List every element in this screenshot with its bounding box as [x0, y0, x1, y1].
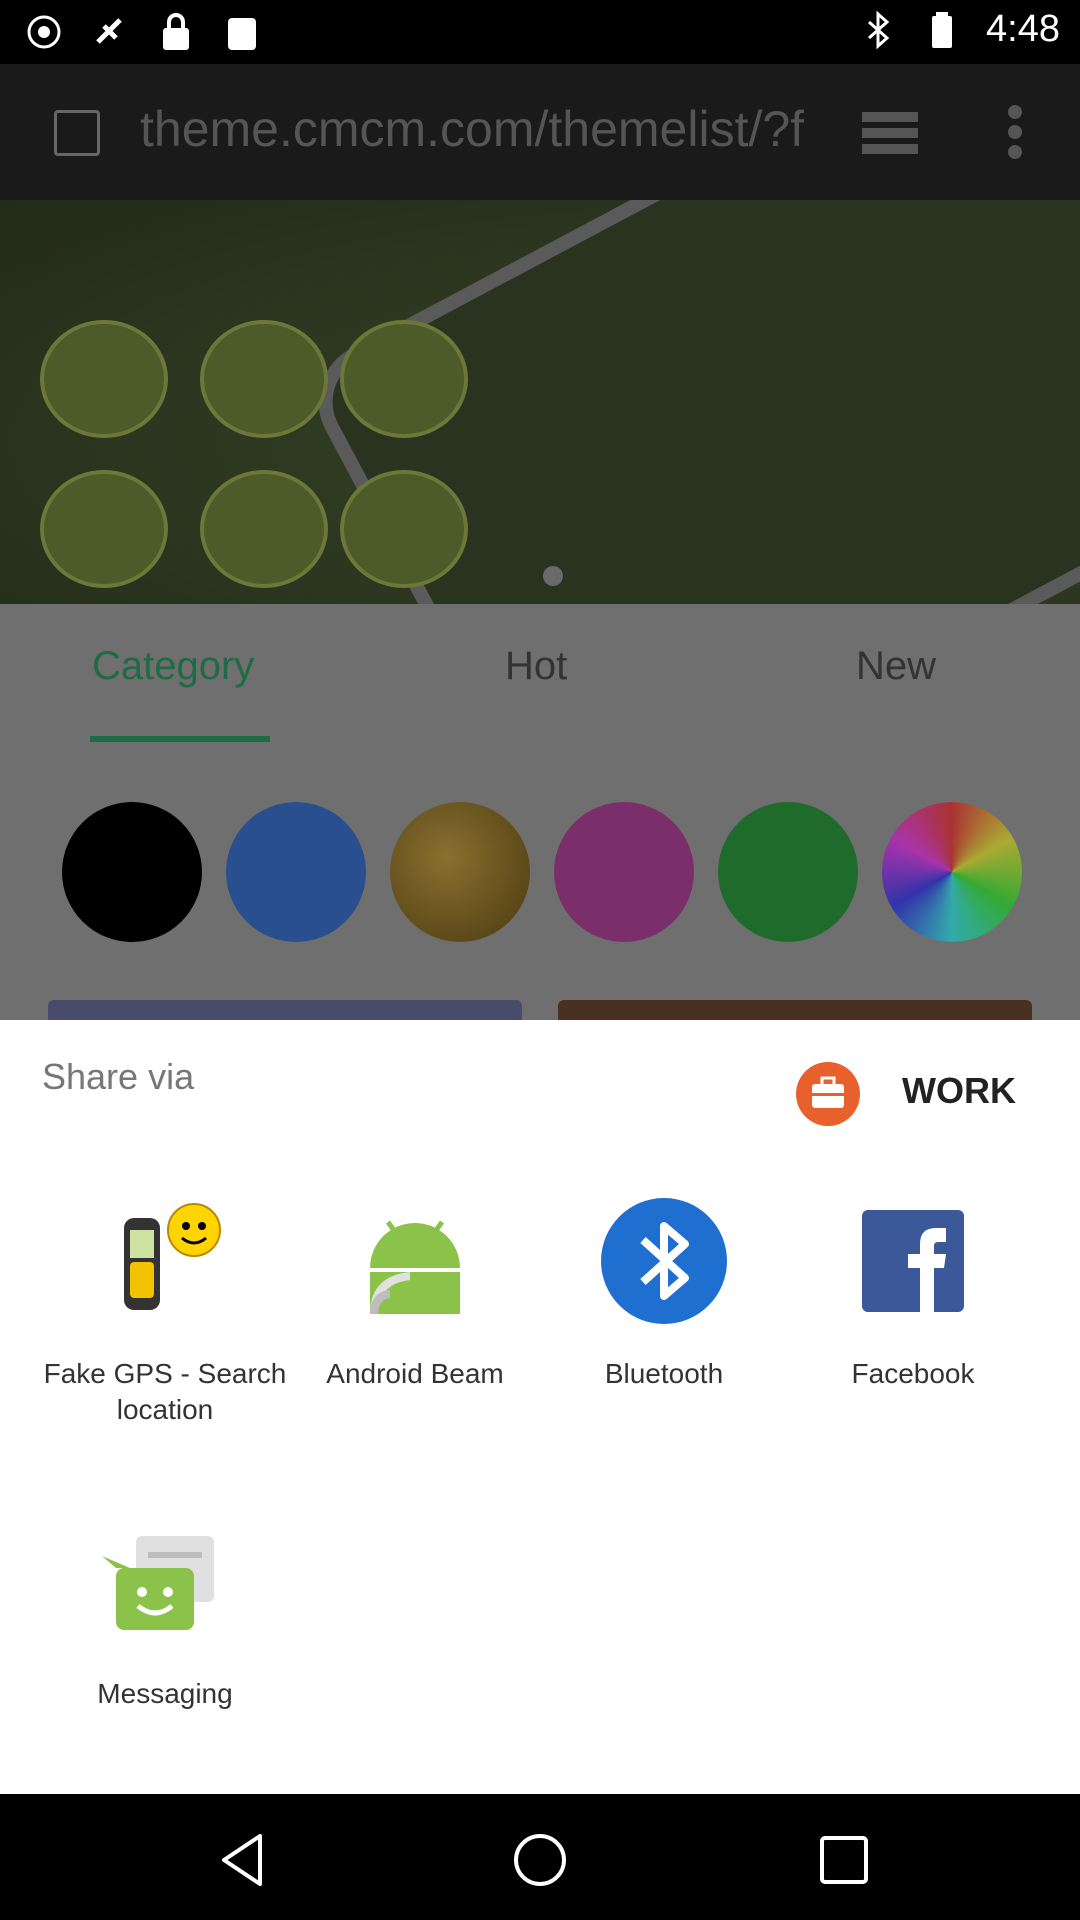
- share-target-label: Messaging: [97, 1678, 233, 1709]
- share-target-label: Fake GPS - Search location: [43, 1358, 287, 1425]
- status-time: 4:48: [986, 8, 1060, 50]
- share-target-bluetooth[interactable]: Bluetooth: [539, 1196, 789, 1392]
- messaging-icon: [100, 1516, 230, 1646]
- facebook-icon: [848, 1196, 978, 1326]
- location-icon: [90, 12, 130, 52]
- share-target-label: Facebook: [851, 1358, 975, 1389]
- recents-icon[interactable]: [816, 1832, 872, 1888]
- status-bar: 4:48: [0, 0, 1080, 64]
- share-title: Share via: [42, 1056, 195, 1097]
- bluetooth-icon: [599, 1196, 729, 1326]
- share-target-label: Bluetooth: [604, 1358, 724, 1389]
- share-sheet: Share via WORK Fake GPS - Search locatio…: [0, 1020, 1080, 1794]
- work-profile-label[interactable]: WORK: [902, 1070, 1016, 1112]
- share-target-messaging[interactable]: Messaging: [40, 1516, 290, 1712]
- share-target-facebook[interactable]: Facebook: [788, 1196, 1038, 1392]
- notification-icon: [24, 12, 64, 52]
- share-target-fake-gps[interactable]: Fake GPS - Search location: [40, 1196, 290, 1428]
- navigation-bar: [0, 1794, 1080, 1920]
- share-target-android-beam[interactable]: Android Beam: [290, 1196, 540, 1392]
- clipboard-icon: [222, 12, 262, 52]
- briefcase-icon[interactable]: [796, 1062, 860, 1126]
- status-right-icons: 4:48: [858, 8, 1060, 51]
- bluetooth-icon: [858, 10, 898, 50]
- lock-icon: [156, 12, 196, 52]
- android-beam-icon: [350, 1196, 480, 1326]
- battery-icon: [922, 10, 962, 50]
- share-target-label: Android Beam: [326, 1358, 504, 1389]
- scrim[interactable]: [0, 64, 1080, 1020]
- status-left-icons: [24, 12, 262, 52]
- back-icon[interactable]: [214, 1832, 270, 1888]
- fake-gps-icon: [100, 1196, 230, 1326]
- home-icon[interactable]: [512, 1832, 568, 1888]
